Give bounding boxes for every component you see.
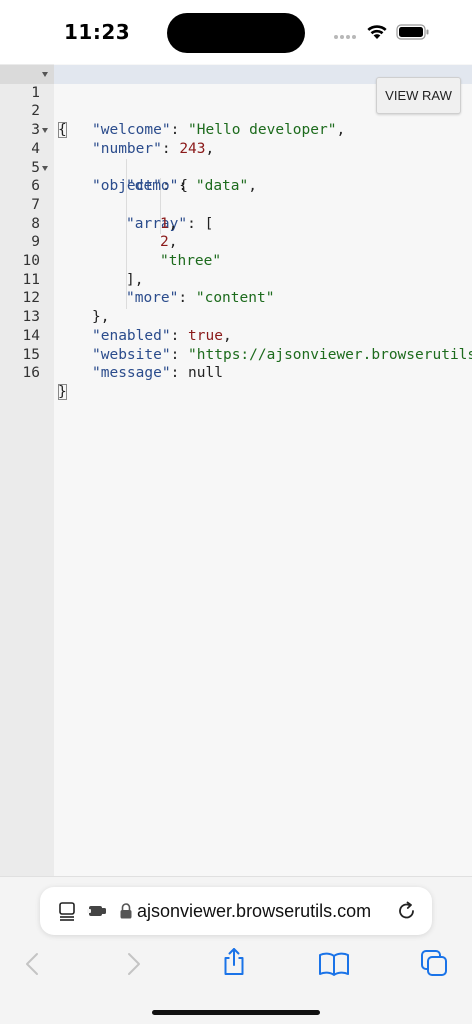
battery-icon (396, 24, 429, 40)
url-text[interactable]: ajsonviewer.browserutils.com (137, 901, 371, 922)
browser-toolbar: ajsonviewer.browserutils.com (0, 876, 472, 1024)
code-line: 9 "three" (0, 215, 472, 269)
json-key: "message" (92, 365, 171, 382)
code-line: 12 }, (0, 271, 472, 325)
extension-icon[interactable] (87, 902, 109, 920)
close-brace: } (58, 383, 67, 400)
code-line: 6 "array": [ (0, 159, 472, 232)
bookmarks-icon[interactable] (318, 951, 350, 977)
line-number: 16 (22, 365, 40, 382)
json-editor[interactable]: 1 { 2 "welcome": "Hello developer", 3 "n… (0, 64, 472, 876)
address-bar[interactable]: ajsonviewer.browserutils.com (40, 887, 432, 935)
tabs-icon[interactable] (420, 949, 448, 977)
fold-toggle-icon[interactable] (42, 165, 48, 171)
status-bar: 11:23 (0, 0, 472, 64)
fold-toggle-icon[interactable] (42, 128, 48, 134)
code-line: 7 1, (0, 177, 472, 232)
dynamic-island (167, 13, 305, 53)
code-line: 4 "object": { (0, 121, 472, 194)
view-raw-button[interactable]: VIEW RAW (376, 77, 461, 114)
status-time: 11:23 (64, 20, 131, 44)
home-indicator (152, 1010, 320, 1015)
back-icon[interactable] (22, 951, 42, 977)
code-line: 16 } (0, 346, 472, 400)
code-line: 5 "demo": "data", (0, 140, 472, 195)
lock-icon (120, 903, 132, 919)
code-line: 15 "message": null (0, 327, 472, 382)
reader-icon[interactable] (58, 901, 78, 921)
forward-icon[interactable] (124, 951, 144, 977)
code-line: 13 "enabled": true, (0, 289, 472, 344)
wifi-icon (367, 25, 387, 39)
code-line: 11 "more": "content" (0, 252, 472, 307)
code-line: 10 ], (0, 233, 472, 288)
fold-toggle-icon[interactable] (42, 72, 48, 77)
code-line: 8 2, (0, 196, 472, 251)
cellular-signal-icon (334, 35, 360, 41)
share-icon[interactable] (221, 947, 247, 977)
code-line: 14 "website": "https://ajsonviewer.brows… (0, 308, 472, 363)
json-null: null (188, 365, 223, 382)
reload-icon[interactable] (396, 900, 418, 922)
